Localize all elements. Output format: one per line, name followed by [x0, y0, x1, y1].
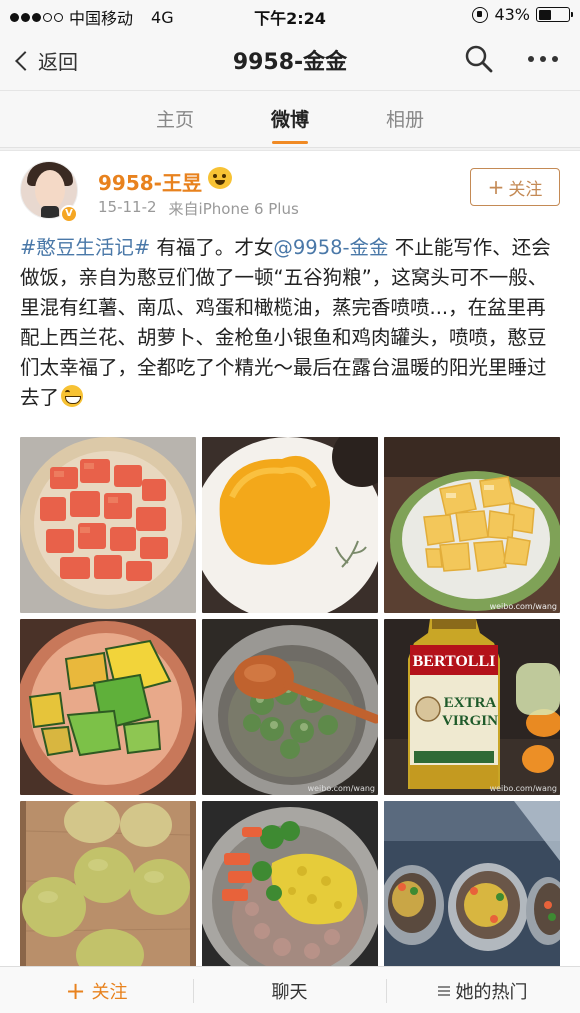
- status-right: 43%: [472, 5, 573, 24]
- chevron-left-icon: [15, 50, 35, 71]
- bottom-chat-button[interactable]: 聊天: [193, 967, 386, 1013]
- tab-home[interactable]: 主页: [135, 105, 215, 132]
- bottom-hot-label: 她的热门: [455, 981, 528, 1003]
- photo-green-squash[interactable]: [20, 619, 196, 795]
- bottom-hot-button[interactable]: 她的热门: [386, 967, 579, 1013]
- post-text: #憨豆生活记# 有福了。才女@9958-金金 不止能写作、还会做饭，亲自为憨豆们…: [20, 233, 562, 413]
- bottom-chat-label: 聊天: [271, 981, 308, 1003]
- back-label: 返回: [38, 50, 78, 74]
- profile-tabs: 主页 微博 相册: [0, 90, 580, 148]
- follow-button[interactable]: + 关注: [470, 168, 560, 206]
- post-meta: 15-11-2 来自iPhone 6 Plus: [98, 198, 299, 219]
- active-tab-indicator: [272, 141, 308, 144]
- photo-pumpkin[interactable]: weibo.com/wang: [384, 437, 560, 613]
- nav-bar: 返回 9958-金金: [0, 30, 580, 90]
- watermark-text: weibo.com/wang: [489, 602, 557, 611]
- post-card: V 9958-王昱 15-11-2 来自iPhone 6 Plus + 关注 #…: [0, 150, 580, 966]
- watermark-text: weibo.com/wang: [489, 784, 557, 793]
- bottle-line2-text: VIRGIN: [442, 713, 498, 729]
- post-text-part1: 有福了。才女: [150, 236, 274, 259]
- verified-badge-icon: V: [60, 205, 78, 223]
- watermark-text: weibo.com/wang: [307, 784, 375, 793]
- fan-badge-icon: [208, 167, 232, 189]
- bottle-brand-text: BERTOLLI: [413, 653, 496, 670]
- bottle-line1-text: EXTRA: [444, 695, 497, 711]
- photo-broccoli-bowl[interactable]: weibo.com/wang: [202, 619, 378, 795]
- back-button[interactable]: 返回: [12, 46, 78, 75]
- post-hashtag[interactable]: #憨豆生活记#: [20, 236, 150, 259]
- photo-grid: weibo.com/wang weibo.com/wang BERTOLLI E…: [20, 437, 560, 966]
- bottom-follow-button[interactable]: + 关注: [0, 967, 193, 1013]
- photo-olive-oil[interactable]: BERTOLLI EXTRA VIRGIN weibo.com/wang: [384, 619, 560, 795]
- post-source: 来自iPhone 6 Plus: [168, 200, 299, 218]
- post-text-part2: 不止能写作、还会做饭，亲自为憨豆们做了一顿“五谷狗粮”，这窝头可不一般、里混有红…: [20, 236, 551, 409]
- tab-album[interactable]: 相册: [365, 105, 445, 132]
- post-date: 15-11-2: [98, 198, 157, 216]
- follow-label: 关注: [508, 179, 543, 200]
- tab-weibo[interactable]: 微博: [250, 105, 330, 132]
- search-icon[interactable]: [464, 44, 494, 74]
- photo-egg-yolk[interactable]: [202, 437, 378, 613]
- plus-icon: +: [65, 976, 86, 1005]
- bottom-action-bar: + 关注 聊天 她的热门: [0, 966, 580, 1013]
- battery-percent: 43%: [494, 5, 530, 24]
- grin-emoji-icon: [61, 385, 84, 407]
- photo-three-bowls[interactable]: [384, 801, 560, 966]
- photo-sweet-potato[interactable]: [20, 437, 196, 613]
- status-bar: 中国移动 4G 下午2:24 43%: [0, 0, 580, 30]
- photo-dog-food-bowl[interactable]: [202, 801, 378, 966]
- list-icon: [437, 985, 450, 996]
- more-icon[interactable]: [528, 56, 558, 62]
- post-username[interactable]: 9958-王昱: [98, 167, 202, 196]
- post-mention[interactable]: @9958-金金: [273, 236, 388, 259]
- photo-dough-buns[interactable]: [20, 801, 196, 966]
- plus-icon: +: [487, 175, 505, 199]
- rotation-lock-icon: [472, 6, 489, 23]
- battery-icon: [536, 7, 573, 22]
- bottom-follow-label: 关注: [91, 981, 128, 1003]
